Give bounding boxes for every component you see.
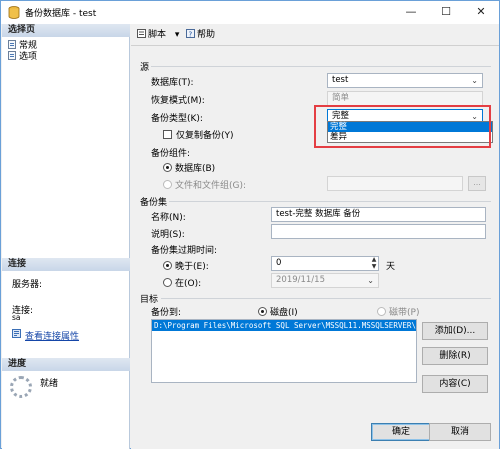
add-destination-button[interactable]: 添加(D)... [422, 322, 488, 340]
expire-days-input[interactable]: 0 [271, 256, 379, 271]
source-section-title: 源 [140, 63, 150, 73]
progress-header: 进度 [2, 358, 130, 371]
backup-type-label: 备份类型(K): [151, 114, 203, 124]
component-files-label: 文件和文件组(G): [175, 181, 247, 191]
script-label: 脚本 [148, 30, 167, 40]
expire-date-picker[interactable]: 2019/11/15 ⌄ [271, 273, 379, 288]
svg-text:?: ? [189, 31, 193, 39]
title-bar: 备份数据库 - test — ☐ ✕ [1, 1, 499, 24]
destination-list[interactable]: D:\Program Files\Microsoft SQL Server\MS… [151, 319, 417, 383]
view-connection-properties-link[interactable]: 查看连接属性 [25, 329, 79, 342]
copy-only-option[interactable]: 仅复制备份(Y) [163, 128, 234, 141]
page-icon [8, 51, 16, 60]
list-item[interactable]: D:\Program Files\Microsoft SQL Server\MS… [152, 320, 416, 331]
files-field [327, 176, 463, 191]
backup-name-input[interactable]: test-完整 数据库 备份 [271, 207, 486, 222]
help-label: 帮助 [197, 30, 216, 40]
description-input[interactable] [271, 224, 486, 239]
page-item-general[interactable]: 常规 [8, 40, 37, 51]
component-files-radio[interactable] [163, 180, 172, 189]
component-database-option[interactable]: 数据库(B) [163, 161, 215, 174]
expire-on-option[interactable]: 在(O): [163, 276, 201, 289]
expiration-label: 备份集过期时间: [151, 246, 218, 256]
backup-name-label: 名称(N): [151, 213, 186, 223]
tape-option[interactable]: 磁带(P) [377, 305, 419, 318]
ok-button[interactable]: 确定 [371, 423, 431, 441]
help-icon: ? [186, 29, 195, 38]
expire-after-option[interactable]: 晚于(E): [163, 259, 209, 272]
disk-option[interactable]: 磁盘(I) [258, 305, 298, 318]
copy-only-label: 仅复制备份(Y) [176, 131, 234, 141]
expire-days-stepper[interactable]: ▲ ▼ [369, 256, 379, 271]
backup-component-label: 备份组件: [151, 149, 191, 159]
chevron-down-icon: ⌄ [471, 76, 478, 85]
days-unit-label: 天 [386, 262, 396, 272]
toolbar: 脚本 ▾ ? 帮助 [131, 24, 499, 46]
recovery-model-label: 恢复模式(M): [151, 96, 205, 106]
section-divider [161, 298, 491, 299]
cancel-button[interactable]: 取消 [429, 423, 491, 441]
copy-only-checkbox[interactable] [163, 130, 172, 139]
connection-props-icon [12, 329, 21, 338]
select-page-header: 选择页 [2, 24, 130, 37]
backup-to-label: 备份到: [151, 308, 182, 318]
progress-spinner-icon [10, 376, 32, 398]
contents-button[interactable]: 内容(C) [422, 375, 488, 393]
database-icon [8, 6, 20, 19]
page-item-options[interactable]: 选项 [8, 51, 37, 62]
page-icon [8, 40, 16, 49]
connection-header: 连接 [2, 258, 130, 271]
expire-on-radio[interactable] [163, 278, 172, 287]
section-divider [151, 66, 491, 67]
window-title: 备份数据库 - test [25, 9, 97, 19]
help-button[interactable]: ? 帮助 [186, 29, 215, 41]
backup-set-section-title: 备份集 [140, 198, 168, 208]
minimize-button[interactable]: — [394, 1, 428, 24]
component-database-radio[interactable] [163, 163, 172, 172]
progress-status: 就绪 [40, 379, 59, 389]
component-files-option[interactable]: 文件和文件组(G): [163, 178, 246, 191]
chevron-down-icon: ⌄ [367, 276, 374, 285]
script-button[interactable]: 脚本 ▾ [137, 29, 179, 41]
server-label: 服务器: [12, 280, 43, 290]
disk-label: 磁盘(I) [270, 308, 298, 318]
tape-radio[interactable] [377, 307, 386, 316]
page-item-label: 常规 [19, 41, 38, 51]
expire-after-radio[interactable] [163, 261, 172, 270]
close-button[interactable]: ✕ [464, 1, 498, 24]
description-label: 说明(S): [151, 230, 185, 240]
expire-on-label: 在(O): [175, 279, 202, 289]
backup-database-dialog: 备份数据库 - test — ☐ ✕ 选择页 常规 选项 连接 服务器: 连接:… [0, 0, 500, 449]
main-content: 源 数据库(T): test ⌄ 恢复模式(M): 简单 备份类型(K): 完整… [131, 47, 499, 419]
chevron-down-icon: ▾ [174, 30, 180, 40]
annotation-highlight-box [314, 105, 491, 148]
destination-section-title: 目标 [140, 295, 159, 305]
page-item-label: 选项 [19, 52, 38, 62]
database-combo[interactable]: test ⌄ [327, 73, 483, 88]
disk-radio[interactable] [258, 307, 267, 316]
browse-files-button[interactable]: ... [468, 176, 486, 191]
expire-after-label: 晚于(E): [175, 262, 209, 272]
connection-user: sa [12, 313, 21, 322]
script-icon [137, 29, 146, 38]
left-pane: 选择页 常规 选项 连接 服务器: 连接: sa 查看连接属性 进度 就绪 [2, 24, 130, 449]
recovery-model-field: 简单 [327, 91, 483, 106]
maximize-button[interactable]: ☐ [429, 1, 463, 24]
database-label: 数据库(T): [151, 78, 194, 88]
expire-date-value: 2019/11/15 [276, 275, 325, 285]
section-divider [169, 201, 491, 202]
tape-label: 磁带(P) [389, 308, 420, 318]
database-value: test [332, 75, 349, 85]
component-database-label: 数据库(B) [175, 164, 216, 174]
dialog-footer: 确定 取消 [131, 419, 499, 449]
remove-destination-button[interactable]: 删除(R) [422, 347, 488, 365]
